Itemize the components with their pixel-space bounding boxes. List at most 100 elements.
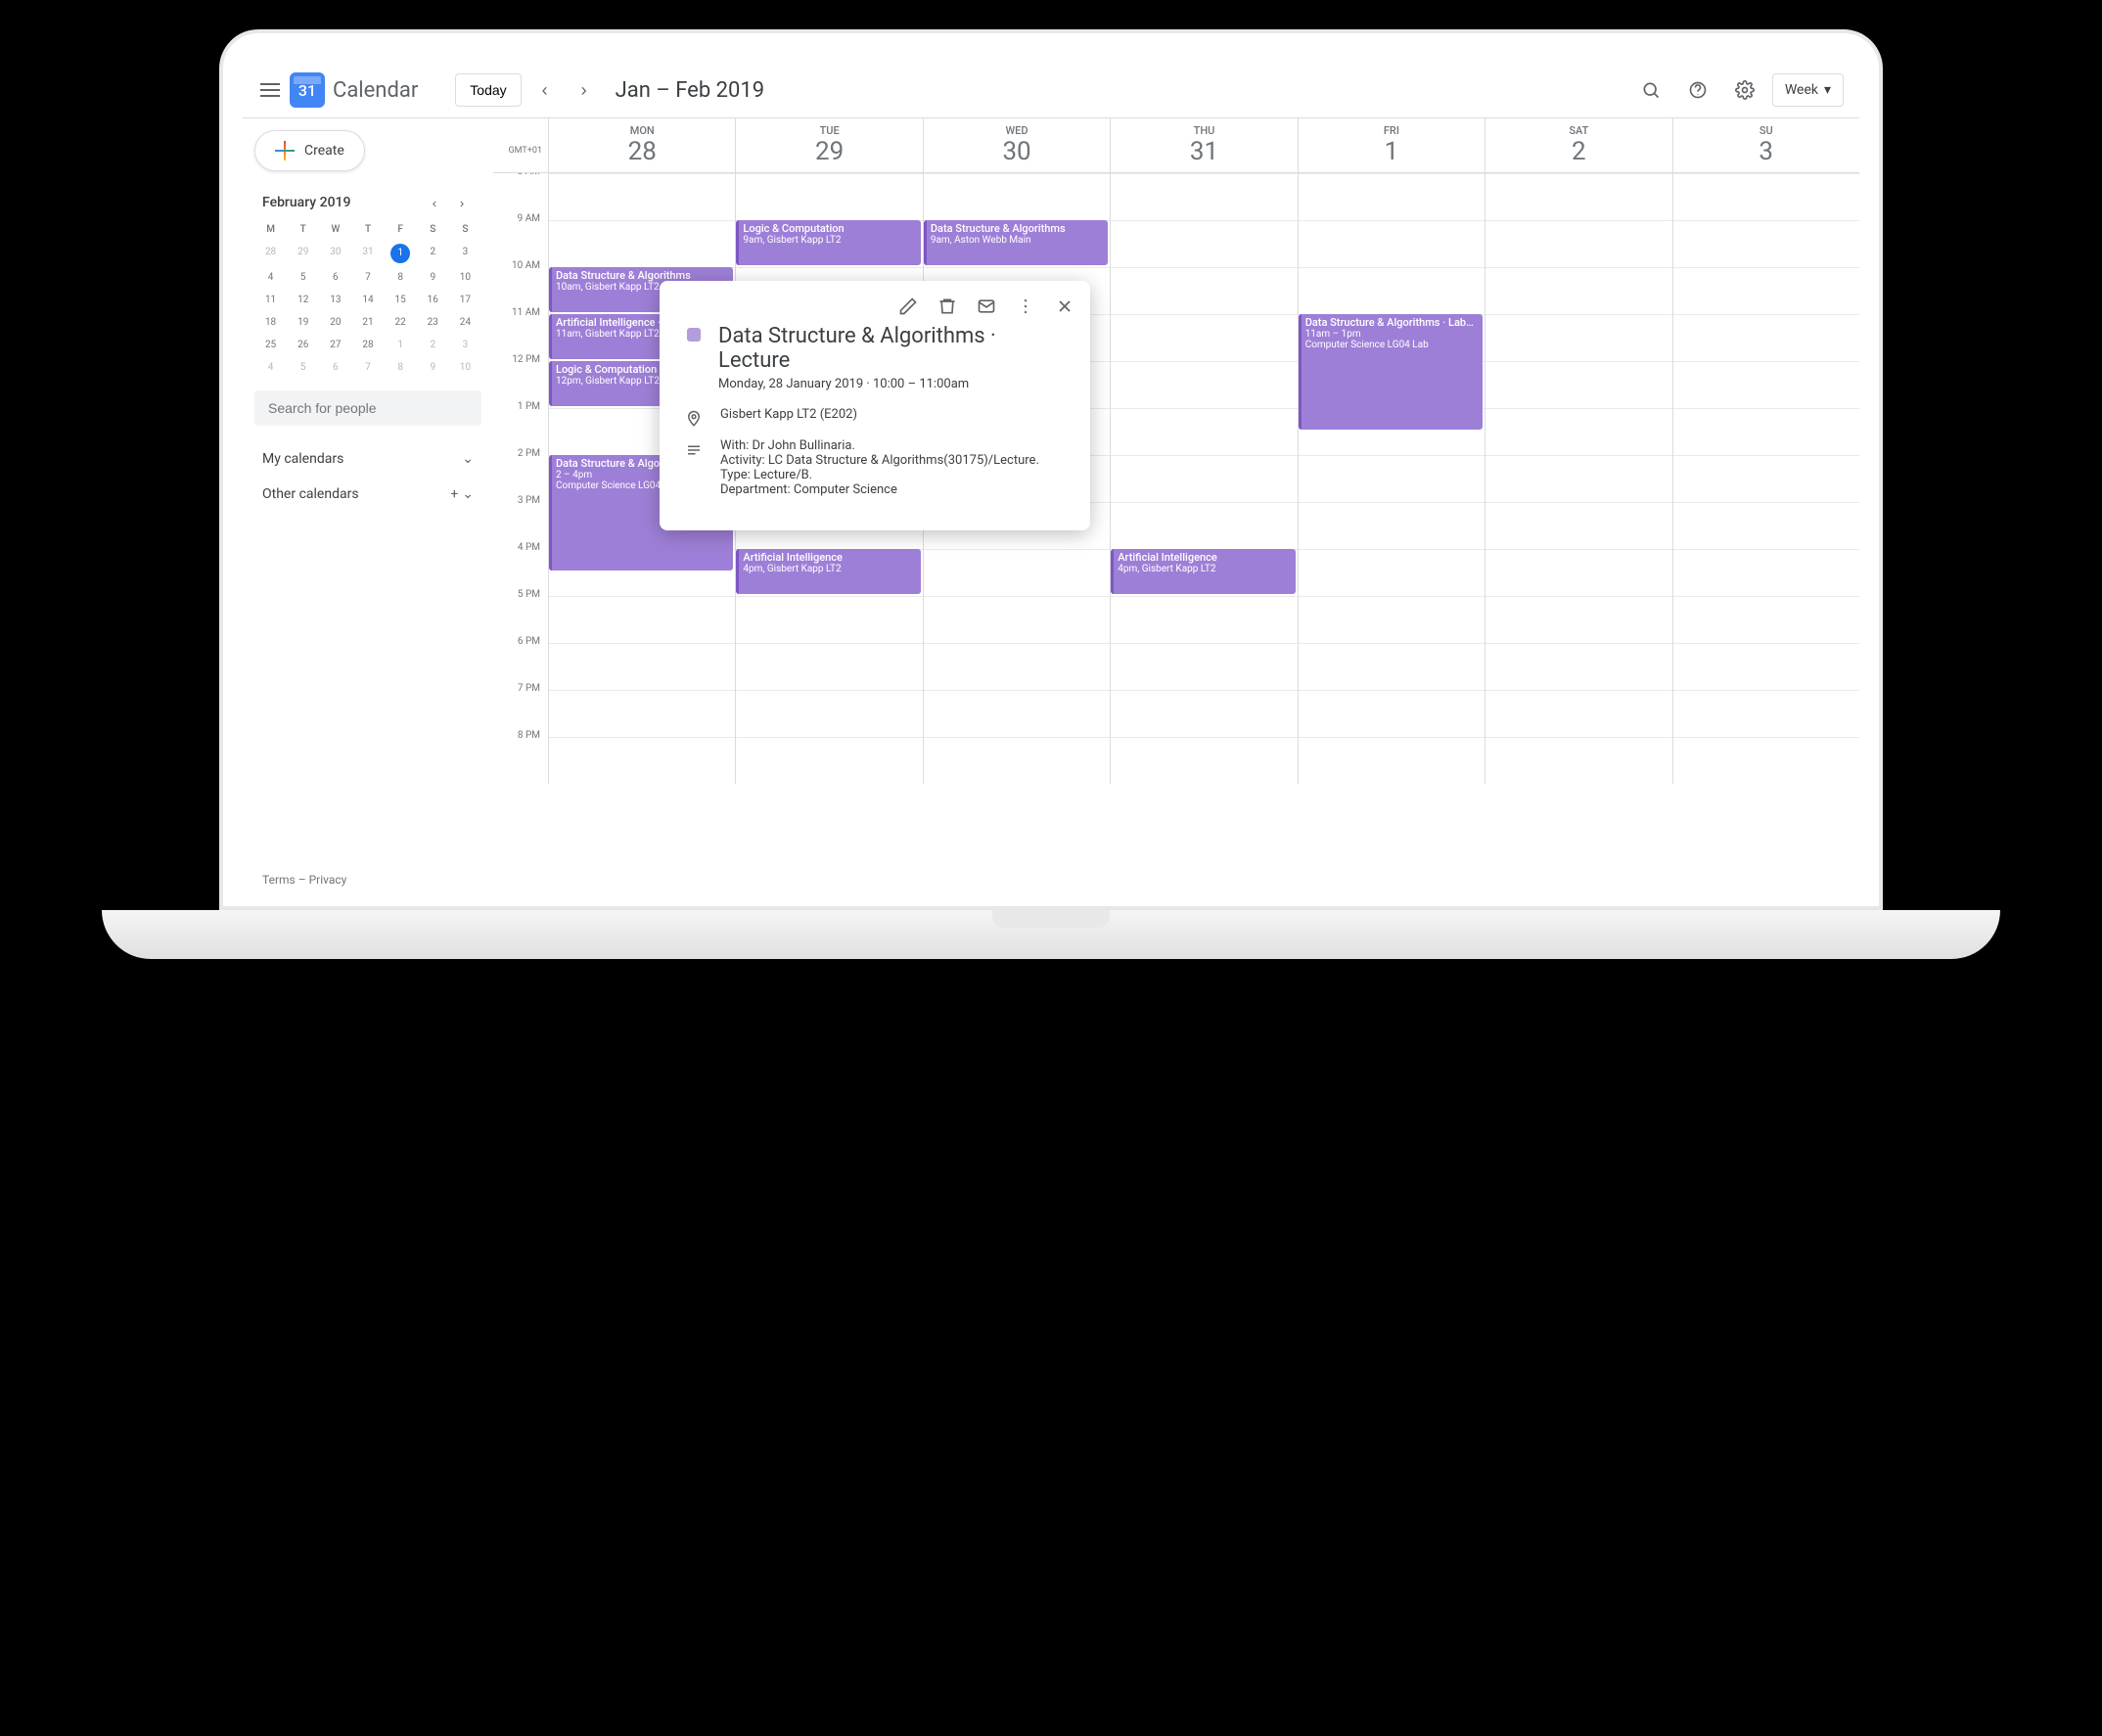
- hour-cell[interactable]: [1299, 737, 1485, 784]
- hour-cell[interactable]: [1485, 690, 1671, 737]
- day-header[interactable]: SAT2: [1485, 118, 1671, 172]
- minical-day[interactable]: 28: [254, 241, 287, 266]
- day-column[interactable]: Data Structure & Algorithms · Laboratory…: [1298, 173, 1485, 784]
- mini-calendar[interactable]: MTWTFSS282930311234567891011121314151617…: [254, 218, 481, 379]
- hour-cell[interactable]: [1485, 408, 1671, 455]
- calendar-event[interactable]: Logic & Computation9am, Gisbert Kapp LT2: [736, 220, 920, 265]
- day-header[interactable]: SU3: [1672, 118, 1859, 172]
- hour-cell[interactable]: [1111, 690, 1297, 737]
- hour-cell[interactable]: [1485, 173, 1671, 220]
- create-button[interactable]: Create: [254, 130, 365, 171]
- day-header[interactable]: FRI1: [1298, 118, 1485, 172]
- more-options-button[interactable]: [1008, 289, 1043, 324]
- next-week-button[interactable]: ›: [569, 74, 600, 106]
- hour-cell[interactable]: [1299, 173, 1485, 220]
- minical-day[interactable]: 4: [254, 356, 287, 379]
- minical-day[interactable]: 7: [351, 356, 384, 379]
- minical-day[interactable]: 14: [351, 289, 384, 311]
- hour-cell[interactable]: [1299, 220, 1485, 267]
- minical-day[interactable]: 10: [449, 356, 481, 379]
- settings-icon[interactable]: [1725, 70, 1764, 110]
- minical-day[interactable]: 5: [287, 356, 319, 379]
- hour-cell[interactable]: [1673, 690, 1859, 737]
- hour-cell[interactable]: [924, 643, 1110, 690]
- close-popup-button[interactable]: [1047, 289, 1082, 324]
- hour-cell[interactable]: [736, 737, 922, 784]
- calendar-event[interactable]: Artificial Intelligence4pm, Gisbert Kapp…: [1111, 549, 1295, 594]
- minical-day[interactable]: 6: [319, 266, 351, 289]
- hour-cell[interactable]: [1673, 596, 1859, 643]
- day-column[interactable]: Artificial Intelligence4pm, Gisbert Kapp…: [1110, 173, 1297, 784]
- hour-cell[interactable]: [1111, 314, 1297, 361]
- minical-day[interactable]: 3: [449, 241, 481, 266]
- hour-cell[interactable]: [1673, 173, 1859, 220]
- help-icon[interactable]: [1678, 70, 1717, 110]
- hour-cell[interactable]: [1485, 502, 1671, 549]
- minical-day[interactable]: 26: [287, 334, 319, 356]
- minical-day[interactable]: 1: [385, 334, 417, 356]
- minical-day[interactable]: 16: [417, 289, 449, 311]
- hour-cell[interactable]: [1485, 737, 1671, 784]
- hour-cell[interactable]: [736, 173, 922, 220]
- minical-day[interactable]: 22: [385, 311, 417, 334]
- hour-cell[interactable]: [1299, 502, 1485, 549]
- minical-day[interactable]: 17: [449, 289, 481, 311]
- day-column[interactable]: [1485, 173, 1671, 784]
- view-selector[interactable]: Week ▾: [1772, 73, 1844, 107]
- hour-cell[interactable]: [1485, 643, 1671, 690]
- minical-day[interactable]: 9: [417, 266, 449, 289]
- hour-cell[interactable]: [924, 690, 1110, 737]
- minical-day[interactable]: 9: [417, 356, 449, 379]
- hour-cell[interactable]: [1673, 643, 1859, 690]
- hour-cell[interactable]: [549, 690, 735, 737]
- hour-cell[interactable]: [1299, 267, 1485, 314]
- minical-day[interactable]: 20: [319, 311, 351, 334]
- hour-cell[interactable]: [1111, 173, 1297, 220]
- minical-day[interactable]: 18: [254, 311, 287, 334]
- minical-day[interactable]: 12: [287, 289, 319, 311]
- minical-day[interactable]: 13: [319, 289, 351, 311]
- hour-cell[interactable]: [549, 173, 735, 220]
- hour-cell[interactable]: [1299, 690, 1485, 737]
- minical-next-button[interactable]: ›: [450, 191, 474, 214]
- hour-cell[interactable]: [1485, 267, 1671, 314]
- hour-cell[interactable]: [1299, 596, 1485, 643]
- hour-cell[interactable]: [1673, 455, 1859, 502]
- edit-event-button[interactable]: [891, 289, 926, 324]
- day-header[interactable]: MON28: [548, 118, 735, 172]
- day-header[interactable]: THU31: [1110, 118, 1297, 172]
- hour-cell[interactable]: [736, 596, 922, 643]
- hour-cell[interactable]: [1111, 596, 1297, 643]
- hour-cell[interactable]: [924, 737, 1110, 784]
- minical-day[interactable]: 2: [417, 241, 449, 266]
- hour-cell[interactable]: [1673, 220, 1859, 267]
- hour-cell[interactable]: [1673, 502, 1859, 549]
- search-people-input[interactable]: [254, 390, 481, 426]
- hour-cell[interactable]: [1485, 549, 1671, 596]
- minical-day[interactable]: 30: [319, 241, 351, 266]
- day-header[interactable]: WED30: [923, 118, 1110, 172]
- hour-cell[interactable]: [1111, 361, 1297, 408]
- minical-day[interactable]: 8: [385, 356, 417, 379]
- minical-day[interactable]: 29: [287, 241, 319, 266]
- my-calendars-section[interactable]: My calendars ⌄: [254, 441, 481, 477]
- hour-cell[interactable]: [549, 643, 735, 690]
- hour-cell[interactable]: [1111, 220, 1297, 267]
- calendar-event[interactable]: Data Structure & Algorithms · Laboratory…: [1299, 314, 1483, 430]
- minical-day[interactable]: 8: [385, 266, 417, 289]
- email-guests-button[interactable]: [969, 289, 1004, 324]
- day-header[interactable]: TUE29: [735, 118, 922, 172]
- hour-cell[interactable]: [1485, 455, 1671, 502]
- privacy-link[interactable]: Privacy: [309, 873, 347, 887]
- search-icon[interactable]: [1631, 70, 1670, 110]
- today-button[interactable]: Today: [455, 73, 521, 107]
- hour-cell[interactable]: [1485, 314, 1671, 361]
- minical-day[interactable]: 1: [390, 244, 410, 263]
- hour-cell[interactable]: [1299, 549, 1485, 596]
- add-calendar-icon[interactable]: +: [450, 486, 458, 502]
- hour-cell[interactable]: [1299, 643, 1485, 690]
- hour-cell[interactable]: [1673, 314, 1859, 361]
- minical-day[interactable]: 31: [351, 241, 384, 266]
- hour-cell[interactable]: [1673, 549, 1859, 596]
- hour-cell[interactable]: [1673, 361, 1859, 408]
